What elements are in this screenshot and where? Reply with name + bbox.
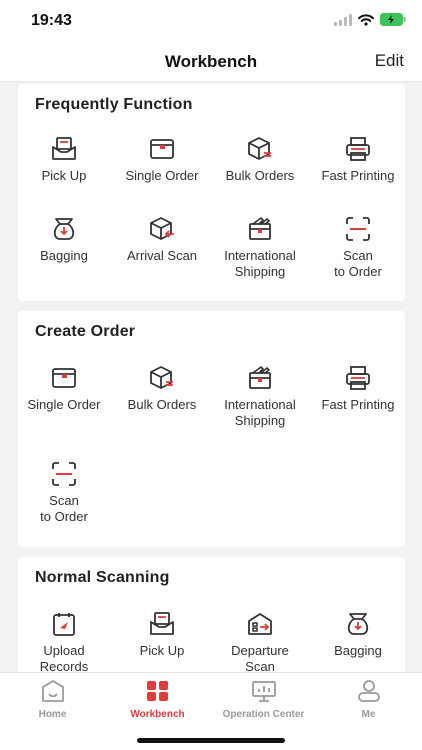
single-order-icon: [51, 365, 77, 391]
tab-me[interactable]: Me: [316, 679, 421, 720]
pickup-icon: [51, 136, 77, 162]
international-shipping-icon: [247, 365, 273, 391]
edit-button[interactable]: Edit: [375, 51, 404, 71]
function-label: Pick Up: [139, 643, 185, 658]
section-frequently-function: Frequently Function Pick Up Single Order…: [18, 84, 405, 301]
bulk-orders-icon: [149, 365, 175, 391]
function-label: Scan to Order: [334, 248, 382, 279]
pickup-icon: [149, 611, 175, 637]
section-title: Create Order: [35, 323, 136, 340]
function-label: Bagging: [334, 643, 382, 658]
operation-center-icon: [251, 679, 277, 703]
navigation-bar: Workbench Edit: [0, 44, 422, 82]
section-title: Normal Scanning: [35, 569, 170, 586]
function-label: Bulk Orders: [127, 397, 197, 412]
scan-icon: [51, 461, 77, 487]
section-title: Frequently Function: [35, 96, 193, 113]
home-indicator[interactable]: [137, 738, 285, 743]
upload-records-icon: [51, 611, 77, 637]
single-order-icon: [149, 136, 175, 162]
bagging-icon: [51, 216, 77, 242]
function-label: Single Order: [125, 168, 199, 183]
wifi-icon: [358, 13, 374, 26]
function-label: Upload Records: [39, 643, 89, 672]
function-label: Departure Scan: [231, 643, 289, 672]
tab-label: Home: [38, 709, 67, 720]
tab-home[interactable]: Home: [0, 679, 105, 720]
function-label: Bulk Orders: [225, 168, 295, 183]
status-icons: [334, 13, 406, 26]
signal-icon: [334, 13, 352, 26]
tab-workbench[interactable]: Workbench: [105, 679, 210, 720]
function-label: Fast Printing: [321, 397, 395, 412]
function-label: International Shipping: [224, 248, 296, 279]
departure-scan-icon: [247, 611, 273, 637]
printer-icon: [345, 136, 371, 162]
bulk-orders-icon: [247, 136, 273, 162]
tab-label: Me: [361, 709, 376, 720]
home-icon: [40, 679, 66, 703]
function-label: Pick Up: [41, 168, 87, 183]
function-label: Bagging: [40, 248, 88, 263]
status-time: 19:43: [31, 12, 72, 29]
function-label: Single Order: [27, 397, 101, 412]
scan-icon: [345, 216, 371, 242]
battery-icon: [380, 13, 406, 26]
bagging-icon: [345, 611, 371, 637]
workbench-content[interactable]: Frequently Function Pick Up Single Order…: [0, 82, 422, 672]
function-label: Scan to Order: [40, 493, 88, 524]
printer-icon: [345, 365, 371, 391]
function-label: International Shipping: [224, 397, 296, 428]
arrival-scan-icon: [149, 216, 175, 242]
status-bar: 19:43: [0, 0, 422, 44]
section-create-order: Create Order Single Order Bulk Orders In…: [18, 311, 405, 547]
function-label: Arrival Scan: [126, 248, 198, 263]
page-title: Workbench: [164, 52, 258, 71]
tab-operation-center[interactable]: Operation Center: [211, 679, 316, 720]
me-icon: [356, 679, 382, 703]
workbench-icon: [145, 679, 171, 703]
tab-label: Operation Center: [222, 709, 305, 720]
function-label: Fast Printing: [321, 168, 395, 183]
section-normal-scanning: Normal Scanning Upload Records Pick Up D…: [18, 557, 405, 672]
tab-label: Workbench: [130, 709, 185, 720]
international-shipping-icon: [247, 216, 273, 242]
